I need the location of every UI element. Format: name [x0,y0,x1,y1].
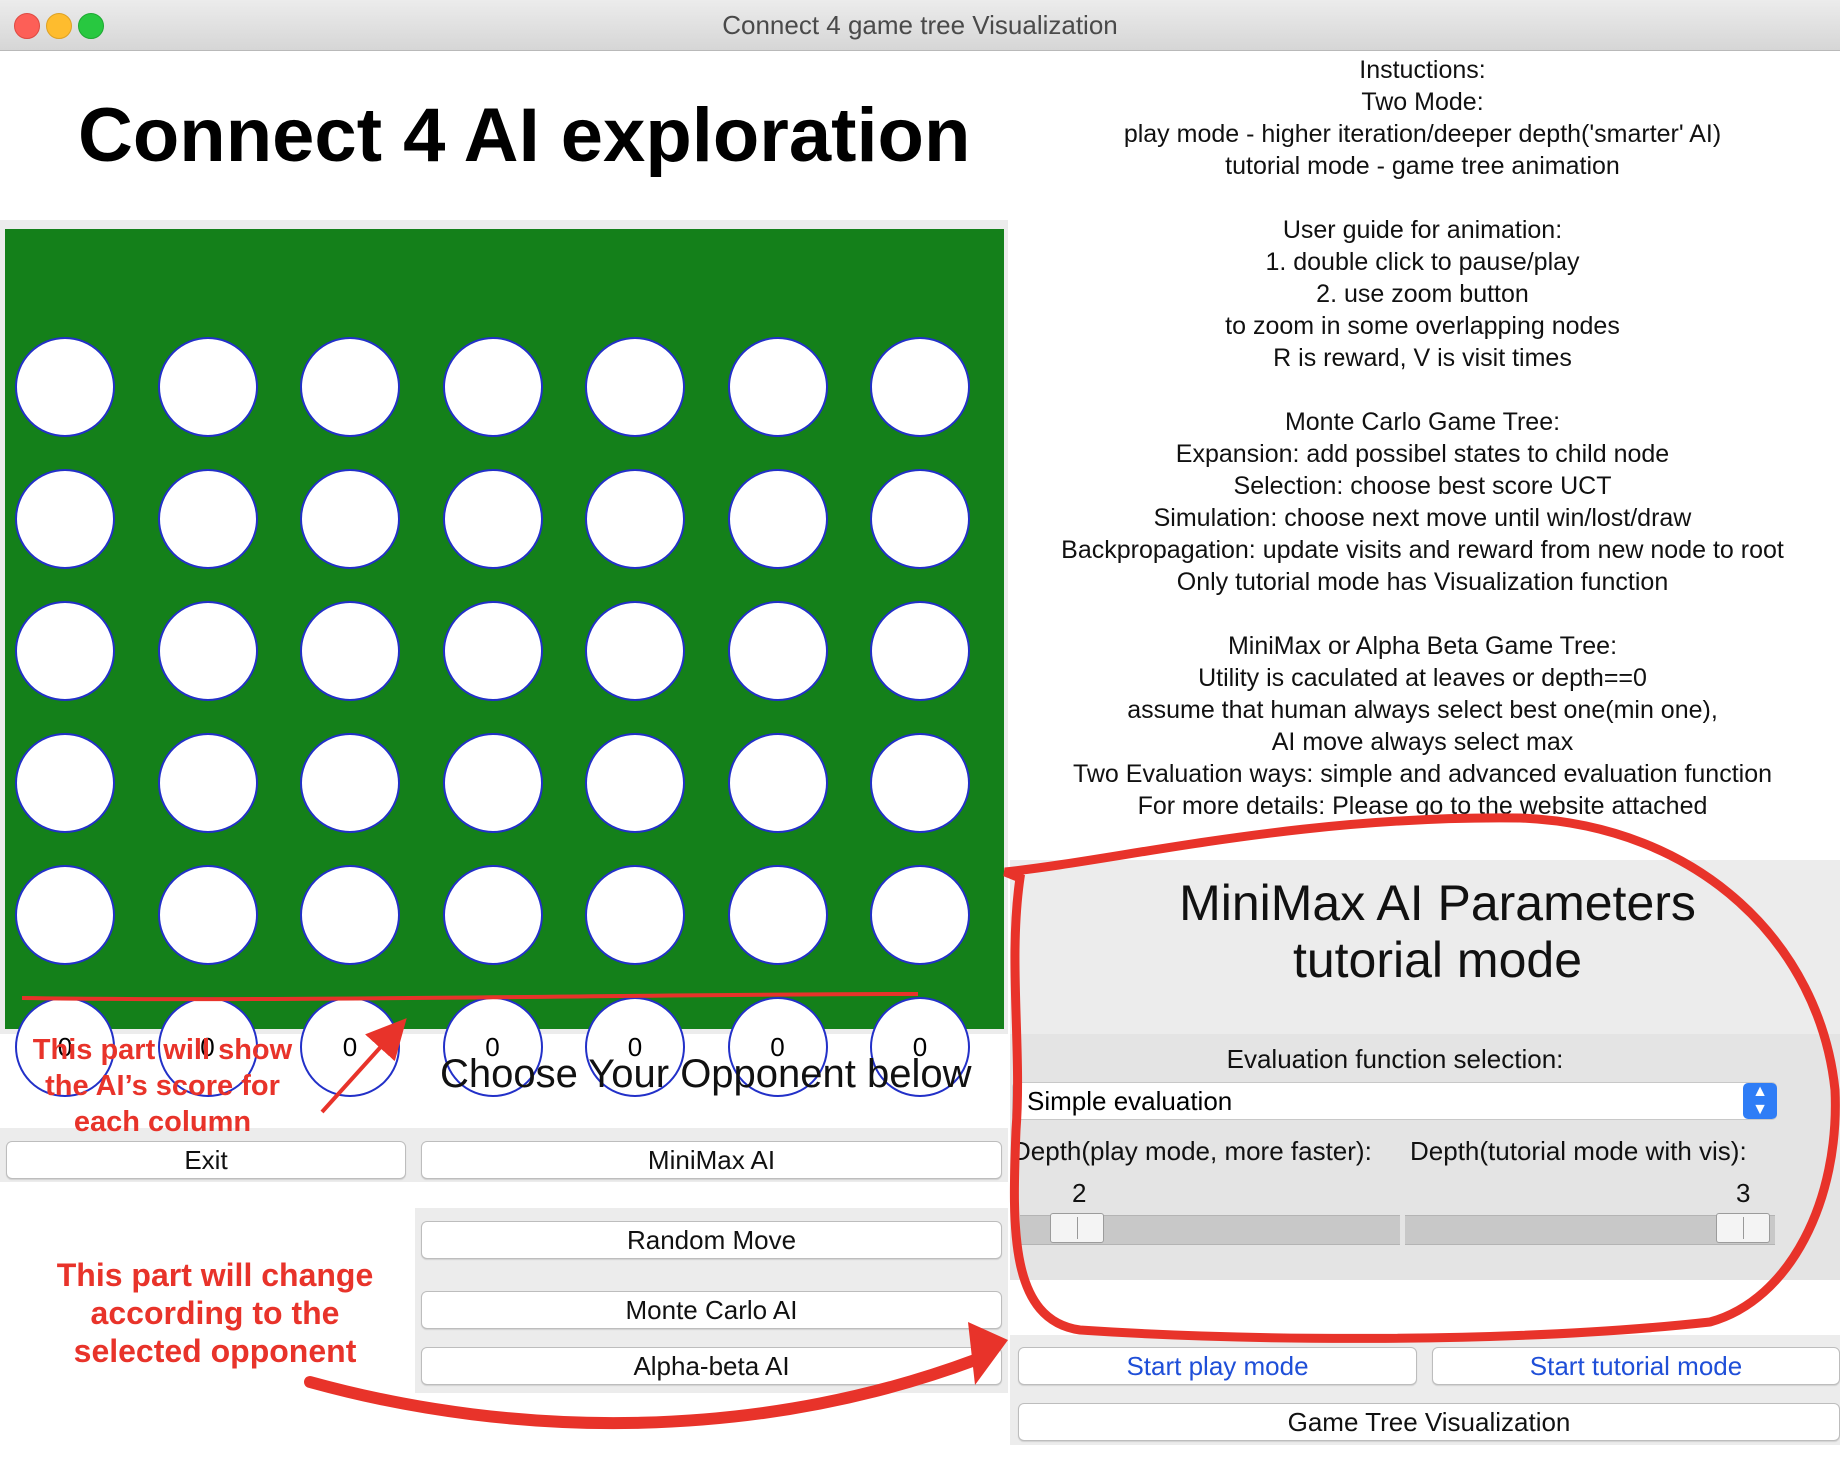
score-underline [21,992,919,1002]
annotation-overlay [21,813,1840,1430]
opponent-arrow [304,1354,981,1430]
score-arrow [320,1018,407,1114]
params-highlight-circle [1003,813,1840,1343]
opponent-arrowhead [968,1322,1008,1385]
